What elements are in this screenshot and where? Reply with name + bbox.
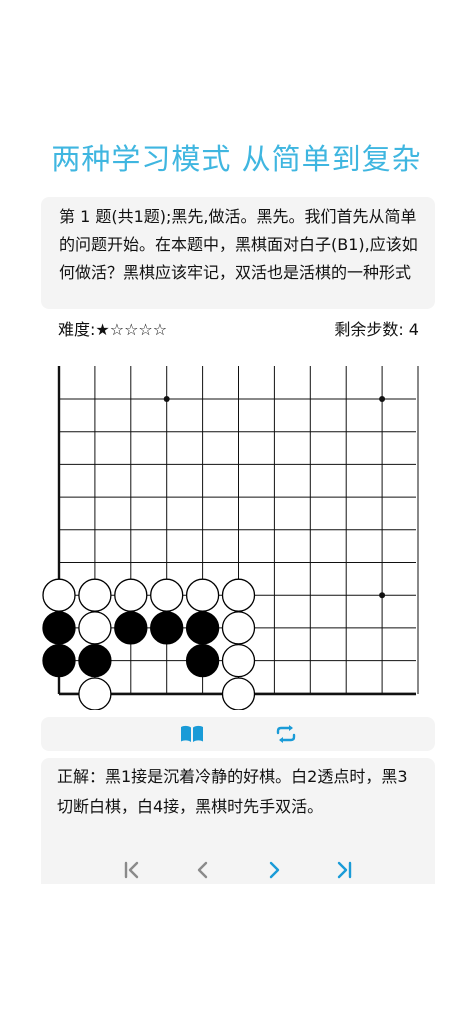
white-stone <box>78 677 112 710</box>
white-stone <box>221 611 256 645</box>
black-stone <box>185 643 220 678</box>
white-stone <box>78 611 112 645</box>
prev-icon[interactable] <box>191 858 215 882</box>
problem-description: 第 1 题(共1题);黑先,做活。黑先。我们首先从简单的问题开始。在本题中，黑棋… <box>41 197 435 309</box>
white-stone <box>114 578 148 612</box>
star-point <box>379 592 386 599</box>
meta-row: 难度:★☆☆☆☆ 剩余步数: 4 <box>58 318 419 342</box>
black-stone <box>78 643 112 678</box>
white-stone <box>221 578 256 612</box>
difficulty-rating: 难度:★☆☆☆☆ <box>58 320 168 339</box>
answer-panel: 正解：黑1接是沉着冷静的好棋。白2透点时，黑3切断白棋，白4接，黑棋时先手双活。 <box>41 758 435 884</box>
star-point <box>379 396 386 402</box>
white-stone <box>42 578 76 612</box>
answer-text: 正解：黑1接是沉着冷静的好棋。白2透点时，黑3切断白棋，白4接，黑棋时先手双活。 <box>57 767 408 816</box>
black-stone <box>114 611 148 645</box>
black-stone <box>150 611 184 645</box>
black-stone <box>42 611 76 645</box>
remaining-steps: 剩余步数: 4 <box>334 320 419 339</box>
page-title: 两种学习模式 从简单到复杂 <box>51 142 422 176</box>
white-stone <box>221 643 256 678</box>
repeat-icon[interactable] <box>274 723 298 745</box>
white-stone <box>221 677 256 710</box>
first-icon[interactable] <box>120 858 144 882</box>
next-icon[interactable] <box>262 858 286 882</box>
white-stone <box>185 578 220 612</box>
black-stone <box>185 611 220 645</box>
mode-toolbar <box>41 717 435 751</box>
white-stone <box>78 578 112 612</box>
last-icon[interactable] <box>332 858 356 882</box>
black-stone <box>42 643 76 678</box>
go-board[interactable] <box>0 360 473 710</box>
book-open-icon[interactable] <box>180 723 204 745</box>
white-stone <box>150 578 184 612</box>
star-point <box>163 396 170 402</box>
